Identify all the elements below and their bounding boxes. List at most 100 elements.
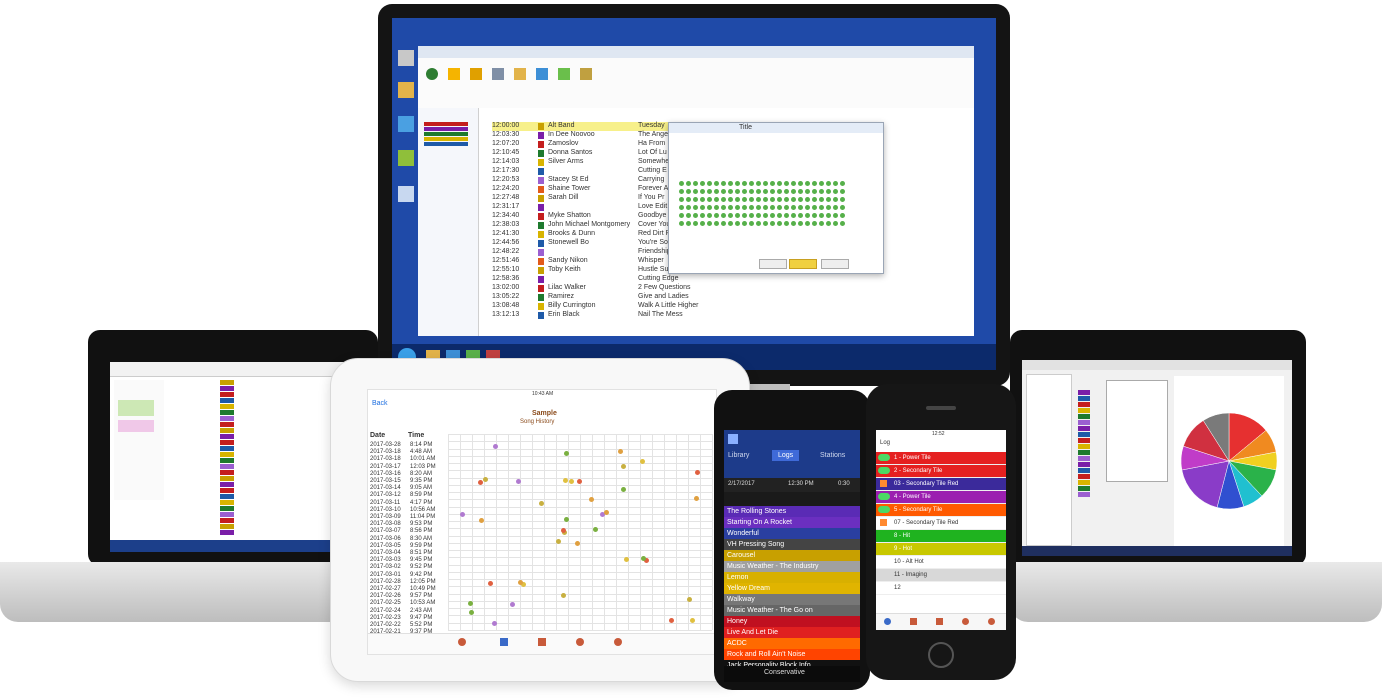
- song-row[interactable]: The Rolling Stones: [724, 506, 860, 517]
- song-row[interactable]: Yellow Dream: [724, 583, 860, 594]
- schedule-dot[interactable]: [742, 189, 747, 194]
- play-marker[interactable]: [576, 478, 582, 484]
- schedule-dot[interactable]: [805, 181, 810, 186]
- schedule-dot[interactable]: [784, 197, 789, 202]
- schedule-dot[interactable]: [756, 189, 761, 194]
- settings-icon[interactable]: [492, 68, 504, 80]
- pencil-icon[interactable]: [470, 68, 482, 80]
- schedule-dot[interactable]: [679, 181, 684, 186]
- calendar-tab-icon[interactable]: [538, 638, 546, 646]
- edit-icon[interactable]: [448, 68, 460, 80]
- song-row[interactable]: Lemon: [724, 572, 860, 583]
- schedule-dot[interactable]: [756, 213, 761, 218]
- schedule-dot[interactable]: [777, 181, 782, 186]
- refresh-icon[interactable]: [558, 68, 570, 80]
- computer-icon[interactable]: [398, 50, 414, 66]
- tab-library[interactable]: Library: [728, 452, 749, 459]
- log-row[interactable]: 11 - Imaging: [876, 569, 1006, 582]
- log-row[interactable]: 03 - Secondary Tile Red: [876, 478, 1006, 491]
- schedule-dot[interactable]: [819, 189, 824, 194]
- schedule-dot[interactable]: [819, 205, 824, 210]
- back-button[interactable]: Back: [372, 400, 388, 407]
- schedule-dot[interactable]: [749, 221, 754, 226]
- schedule-dot[interactable]: [770, 205, 775, 210]
- schedule-dot[interactable]: [700, 197, 705, 202]
- history-row[interactable]: 2017-02-22 5:52 PM: [370, 622, 446, 628]
- play-marker[interactable]: [694, 469, 700, 475]
- schedule-dot[interactable]: [700, 213, 705, 218]
- schedule-dot[interactable]: [805, 189, 810, 194]
- home-tab-icon[interactable]: [884, 618, 891, 625]
- play-marker[interactable]: [617, 448, 623, 454]
- schedule-dot[interactable]: [735, 205, 740, 210]
- time-label[interactable]: 12:30 PM: [788, 481, 814, 487]
- table-row[interactable]: 13:05:22 Ramirez Give and Ladies: [492, 293, 792, 302]
- schedule-dot[interactable]: [686, 181, 691, 186]
- home-button[interactable]: [928, 642, 954, 668]
- table-row[interactable]: 13:08:48 Billy Currington Walk A Little Hi…: [492, 302, 792, 311]
- play-marker[interactable]: [460, 512, 466, 518]
- play-marker[interactable]: [569, 478, 575, 484]
- play-marker[interactable]: [621, 464, 627, 470]
- schedule-dot[interactable]: [742, 181, 747, 186]
- song-row[interactable]: VH Pressing Song: [724, 539, 860, 550]
- schedule-dot[interactable]: [721, 213, 726, 218]
- schedule-dot[interactable]: [721, 197, 726, 202]
- dialog-apply-button[interactable]: [759, 259, 787, 269]
- schedule-dot[interactable]: [721, 205, 726, 210]
- schedule-dot[interactable]: [749, 189, 754, 194]
- schedule-dot[interactable]: [714, 181, 719, 186]
- schedule-dot[interactable]: [735, 213, 740, 218]
- schedule-dot[interactable]: [728, 213, 733, 218]
- schedule-dot[interactable]: [819, 221, 824, 226]
- log-row[interactable]: 9 - Hot: [876, 543, 1006, 556]
- schedule-dot[interactable]: [840, 181, 845, 186]
- history-row[interactable]: 2017-03-06 8:30 AM: [370, 536, 446, 542]
- schedule-dot[interactable]: [819, 181, 824, 186]
- log-row[interactable]: 4 - Power Tile: [876, 491, 1006, 504]
- schedule-dot[interactable]: [679, 221, 684, 226]
- play-marker[interactable]: [574, 540, 580, 546]
- play-marker[interactable]: [487, 580, 493, 586]
- schedule-dot[interactable]: [756, 197, 761, 202]
- history-row[interactable]: 2017-03-05 9:59 PM: [370, 543, 446, 549]
- schedule-dot[interactable]: [777, 221, 782, 226]
- schedule-dot[interactable]: [735, 221, 740, 226]
- history-row[interactable]: 2017-03-15 9:35 PM: [370, 478, 446, 484]
- schedule-dot[interactable]: [798, 189, 803, 194]
- schedule-dot[interactable]: [707, 205, 712, 210]
- table-row[interactable]: 12:58:36 Cutting Edge: [492, 275, 792, 284]
- schedule-dot[interactable]: [700, 181, 705, 186]
- schedule-dot[interactable]: [721, 221, 726, 226]
- schedule-dot[interactable]: [679, 213, 684, 218]
- history-row[interactable]: 2017-03-09 11:04 PM: [370, 514, 446, 520]
- schedule-dot[interactable]: [833, 213, 838, 218]
- schedule-dot[interactable]: [840, 221, 845, 226]
- history-row[interactable]: 2017-03-10 10:56 AM: [370, 507, 446, 513]
- song-row[interactable]: Rock and Roll Ain't Noise: [724, 649, 860, 660]
- schedule-dot[interactable]: [826, 189, 831, 194]
- play-marker[interactable]: [639, 459, 645, 465]
- song-row[interactable]: Walkway: [724, 594, 860, 605]
- home-tab-icon[interactable]: [458, 638, 466, 646]
- schedule-dot[interactable]: [693, 213, 698, 218]
- settings-tab-icon[interactable]: [988, 618, 995, 625]
- schedule-dot[interactable]: [833, 181, 838, 186]
- schedule-dot[interactable]: [714, 197, 719, 202]
- date-label[interactable]: 2/17/2017: [728, 481, 755, 487]
- history-row[interactable]: 2017-02-26 9:57 PM: [370, 593, 446, 599]
- save-icon[interactable]: [536, 68, 548, 80]
- schedule-dot[interactable]: [840, 197, 845, 202]
- headphones-tab-icon[interactable]: [576, 638, 584, 646]
- schedule-dot[interactable]: [826, 213, 831, 218]
- play-marker[interactable]: [592, 526, 598, 532]
- settings-tab-icon[interactable]: [614, 638, 622, 646]
- play-marker[interactable]: [561, 593, 567, 599]
- schedule-dot[interactable]: [693, 205, 698, 210]
- schedule-dot[interactable]: [777, 205, 782, 210]
- calendar-tab-icon[interactable]: [936, 618, 943, 625]
- song-row[interactable]: Carousel: [724, 550, 860, 561]
- play-icon[interactable]: [426, 68, 438, 80]
- schedule-dot[interactable]: [714, 205, 719, 210]
- schedule-dot[interactable]: [707, 189, 712, 194]
